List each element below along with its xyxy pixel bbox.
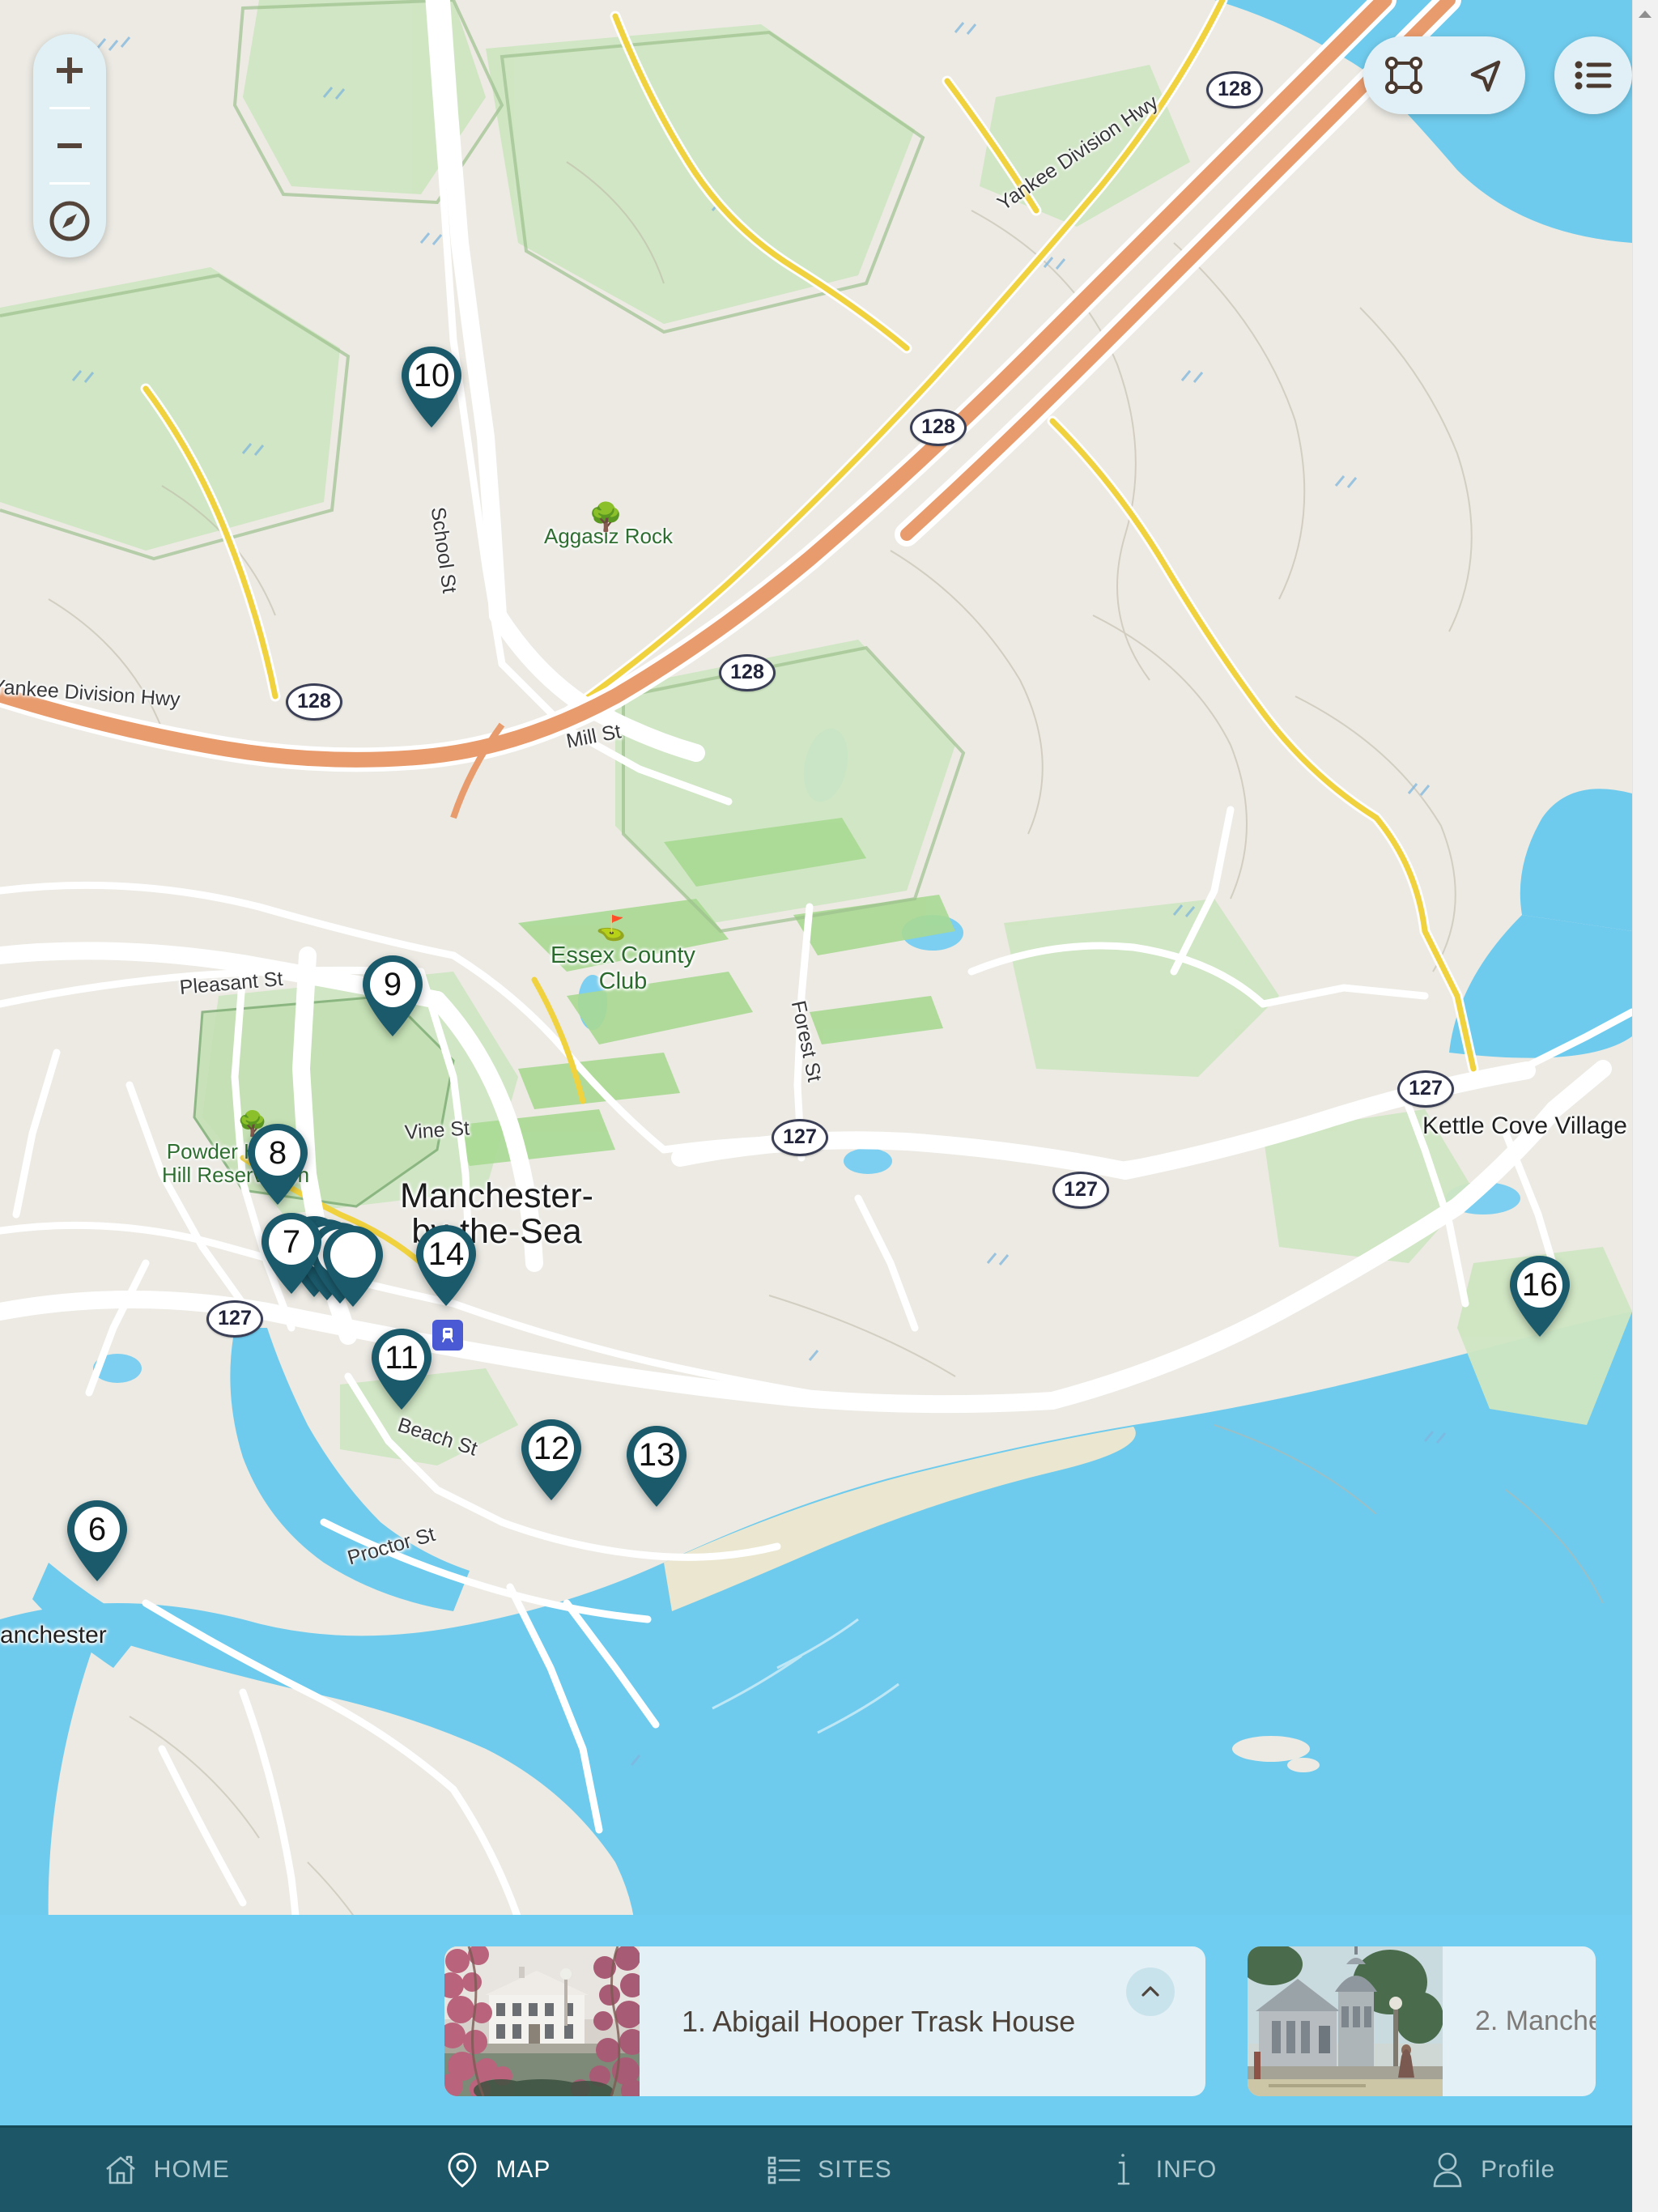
site-card-title: 1. Abigail Hooper Trask House <box>682 2004 1076 2038</box>
map-marker-11[interactable]: 11 <box>369 1327 434 1411</box>
plus-icon <box>57 57 83 83</box>
minus-icon <box>57 143 82 148</box>
info-icon <box>1104 2150 1141 2189</box>
map-marker-13[interactable]: 13 <box>624 1424 689 1508</box>
bottom-navigation: HOME MAP SITES INFO Profile <box>0 2128 1658 2212</box>
site-card[interactable]: 1. Abigail Hooper Trask House <box>444 1946 1205 2096</box>
route-shield: 127 <box>206 1300 263 1338</box>
map-screen: Yankee Division Hwy Yankee Division Hwy … <box>0 0 1658 2212</box>
nav-label: MAP <box>495 2156 551 2183</box>
golfer-icon: ⛳ <box>596 915 627 942</box>
area-select-button[interactable] <box>1369 40 1439 110</box>
nav-item-info[interactable]: INFO <box>995 2128 1327 2212</box>
map-basemap <box>0 0 1632 2128</box>
list-view-button[interactable] <box>1554 36 1632 114</box>
route-shield: 127 <box>1397 1070 1454 1108</box>
map-marker-16[interactable]: 16 <box>1507 1254 1572 1338</box>
zoom-in-button[interactable] <box>33 34 106 107</box>
site-thumbnail <box>1248 1946 1443 2096</box>
zoom-out-button[interactable] <box>33 109 106 182</box>
route-shield: 128 <box>910 409 967 446</box>
site-card[interactable]: 2. Manchester Publ <box>1248 1946 1596 2096</box>
map-marker-8[interactable]: 8 <box>245 1122 310 1206</box>
map-marker-label: 12 <box>533 1430 570 1466</box>
nav-item-sites[interactable]: SITES <box>663 2128 995 2212</box>
map-marker-label: 13 <box>638 1436 675 1473</box>
route-shield: 128 <box>1206 71 1263 108</box>
map-marker-label: 6 <box>87 1511 107 1547</box>
map-marker-7[interactable]: 7 <box>259 1211 324 1295</box>
site-card-carousel[interactable]: 1. Abigail Hooper Trask House 2. Manch <box>0 1915 1632 2128</box>
compass-icon <box>49 201 90 241</box>
map-marker-14[interactable]: 14 <box>414 1223 478 1308</box>
map-marker-label: 14 <box>427 1236 465 1272</box>
map-marker-12[interactable]: 12 <box>519 1418 584 1502</box>
locate-me-button[interactable] <box>1450 40 1520 110</box>
train-station-icon <box>432 1320 463 1351</box>
map-marker-label: 10 <box>413 357 450 393</box>
route-shield: 127 <box>1052 1172 1109 1209</box>
map-marker-label: 11 <box>385 1339 419 1376</box>
tree-icon: 🌳 <box>589 502 623 533</box>
map-marker-label: 7 <box>282 1223 301 1260</box>
map-tools-pill <box>1363 36 1525 114</box>
map-canvas[interactable]: Yankee Division Hwy Yankee Division Hwy … <box>0 0 1632 2128</box>
map-marker-10[interactable]: 10 <box>399 345 464 429</box>
map-marker-9[interactable]: 9 <box>360 954 425 1038</box>
vertical-scrollbar[interactable] <box>1632 0 1658 2212</box>
chevron-up-icon <box>1141 1986 1159 1997</box>
nav-item-home[interactable]: HOME <box>0 2128 332 2212</box>
site-thumbnail <box>444 1946 640 2096</box>
nav-label: Profile <box>1481 2156 1556 2183</box>
nav-label: INFO <box>1155 2156 1218 2183</box>
site-card-title: 2. Manchester Publ <box>1475 2006 1596 2036</box>
map-marker-label: 9 <box>383 966 402 1002</box>
scroll-up-button[interactable] <box>1632 0 1658 28</box>
nav-item-profile[interactable]: Profile <box>1326 2128 1658 2212</box>
nav-label: HOME <box>153 2156 230 2183</box>
collapse-card-button[interactable] <box>1126 1967 1175 2016</box>
map-marker-label: 8 <box>268 1134 287 1171</box>
scroll-up-arrow-icon <box>1639 11 1652 18</box>
nav-item-map[interactable]: MAP <box>332 2128 664 2212</box>
list-icon <box>1575 61 1612 90</box>
map-marker-label: 16 <box>1521 1266 1558 1303</box>
bounding-box-icon <box>1385 57 1422 94</box>
list-icon <box>766 2150 803 2189</box>
zoom-control-group <box>33 34 106 257</box>
person-icon <box>1429 2150 1466 2189</box>
route-shield: 128 <box>719 654 776 691</box>
nav-label: SITES <box>818 2156 892 2183</box>
map-marker-cluster[interactable] <box>321 1224 385 1308</box>
navigation-arrow-icon <box>1470 60 1501 92</box>
route-shield: 128 <box>286 683 342 721</box>
map-pin-icon <box>444 2150 481 2189</box>
map-marker-6[interactable]: 6 <box>65 1499 130 1583</box>
home-icon <box>102 2150 139 2189</box>
route-shield: 127 <box>772 1119 828 1156</box>
compass-button[interactable] <box>33 185 106 257</box>
